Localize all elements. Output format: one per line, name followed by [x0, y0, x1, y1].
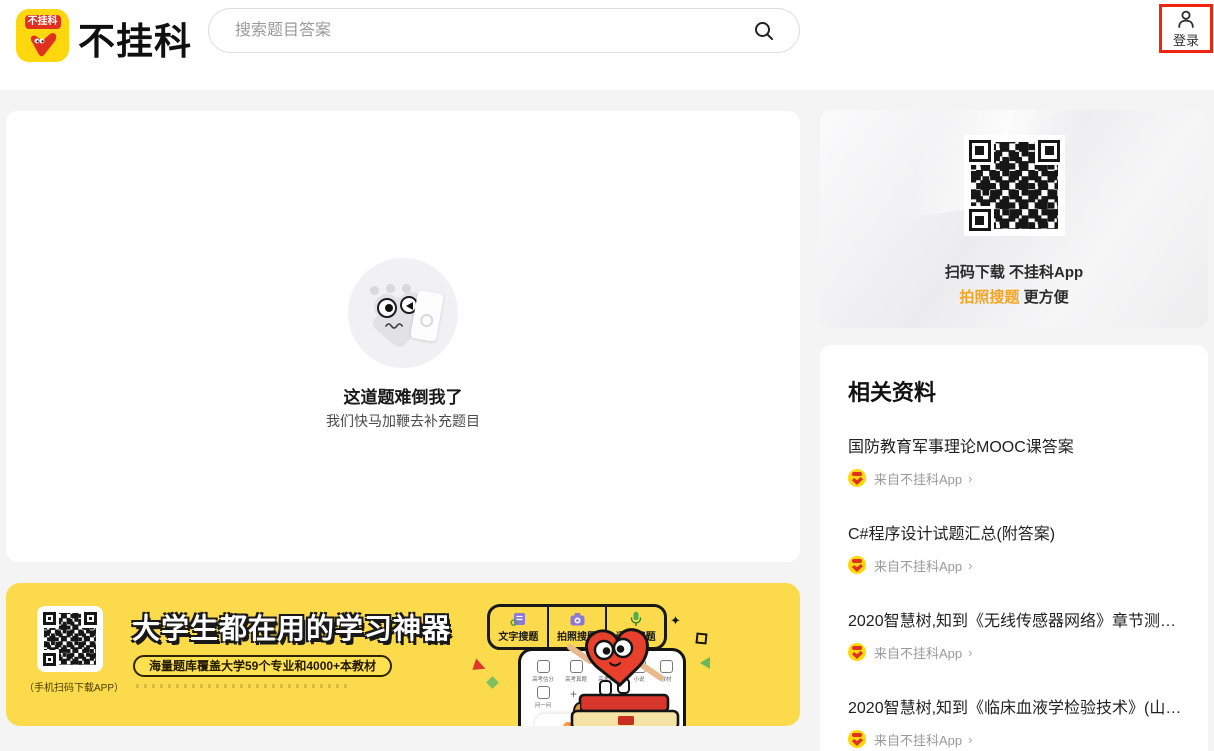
- mascot-left-eye: [377, 298, 397, 318]
- source-label: 来自不挂科App: [874, 469, 962, 488]
- logo-badge-text: 不挂科: [25, 15, 61, 29]
- related-item-source[interactable]: 来自不挂科App ›: [848, 730, 972, 748]
- empty-state-illustration: [348, 258, 458, 368]
- source-label: 来自不挂科App: [874, 730, 962, 749]
- app-mini-logo-icon: [848, 556, 866, 574]
- chevron-right-icon: ›: [968, 558, 972, 573]
- chevron-right-icon: ›: [968, 471, 972, 486]
- qr-card-line1: 扫码下载 不挂科App: [820, 261, 1208, 282]
- source-label: 来自不挂科App: [874, 643, 962, 662]
- user-icon: [1176, 9, 1196, 29]
- login-button[interactable]: 登录: [1162, 7, 1210, 50]
- app-mini-logo-icon: [848, 643, 866, 661]
- green-diamond-decor: [486, 676, 499, 689]
- app-logo-icon[interactable]: 不挂科: [16, 9, 69, 62]
- related-item-source[interactable]: 来自不挂科App ›: [848, 469, 972, 487]
- related-item-source[interactable]: 来自不挂科App ›: [848, 556, 972, 574]
- qr-card-highlight: 拍照搜题: [959, 289, 1019, 306]
- qr-card-rest: 更方便: [1019, 289, 1068, 306]
- search-input[interactable]: [235, 10, 735, 51]
- page: 不挂科 不挂科 登录: [0, 0, 1214, 751]
- banner-qr-caption: （手机扫码下载APP）: [14, 679, 134, 694]
- banner-qr-code: [37, 606, 103, 672]
- related-materials-card: 相关资料 国防教育军事理论MOOC课答案 来自不挂科App › C#程序设计试题…: [820, 345, 1208, 751]
- download-qr-code: [964, 135, 1065, 236]
- related-item-title[interactable]: 国防教育军事理论MOOC课答案: [848, 433, 1184, 457]
- source-label: 来自不挂科App: [874, 556, 962, 575]
- empty-state-title: 这道题难倒我了: [6, 383, 800, 408]
- banner-title: 大学生都在用的学习神器: [132, 607, 451, 647]
- related-item-title[interactable]: C#程序设计试题汇总(附答案): [848, 520, 1184, 544]
- heart-mascot-on-books: [534, 623, 704, 726]
- empty-state-card: 这道题难倒我了 我们快马加鞭去补充题目: [6, 111, 800, 562]
- related-item-title[interactable]: 2020智慧树,知到《无线传感器网络》章节测…: [848, 607, 1184, 631]
- banner-dotted-line: [136, 684, 351, 688]
- app-promo-banner[interactable]: （手机扫码下载APP） 大学生都在用的学习神器 海量题库覆盖大学59个专业和40…: [6, 583, 800, 726]
- sidebar-qr-card: 扫码下载 不挂科App 拍照搜题 更方便: [820, 110, 1208, 328]
- mascot-mouth: [385, 322, 407, 330]
- related-item-source[interactable]: 来自不挂科App ›: [848, 643, 972, 661]
- header: 不挂科 不挂科 登录: [0, 0, 1214, 90]
- banner-badge: 海量题库覆盖大学59个专业和4000+本教材: [133, 655, 392, 677]
- red-triangle-decor: [472, 658, 487, 673]
- chevron-right-icon: ›: [968, 732, 972, 747]
- login-highlight-box: 登录: [1159, 4, 1213, 53]
- related-heading: 相关资料: [848, 375, 936, 407]
- app-mini-logo-icon: [848, 730, 866, 748]
- related-item-title[interactable]: 2020智慧树,知到《临床血液学检验技术》(山…: [848, 694, 1184, 718]
- feature-label: 文字搜题: [498, 628, 538, 643]
- text-search-icon: [510, 612, 526, 627]
- chevron-right-icon: ›: [968, 645, 972, 660]
- empty-state-subtitle: 我们快马加鞭去补充题目: [6, 411, 800, 431]
- brand-wordmark: 不挂科: [78, 11, 192, 65]
- search-icon[interactable]: [753, 20, 775, 42]
- search-bar: [208, 8, 800, 53]
- app-mini-logo-icon: [848, 469, 866, 487]
- login-label: 登录: [1173, 30, 1199, 49]
- logo-heart-check-icon: [28, 33, 58, 57]
- qr-card-line2: 拍照搜题 更方便: [820, 286, 1208, 307]
